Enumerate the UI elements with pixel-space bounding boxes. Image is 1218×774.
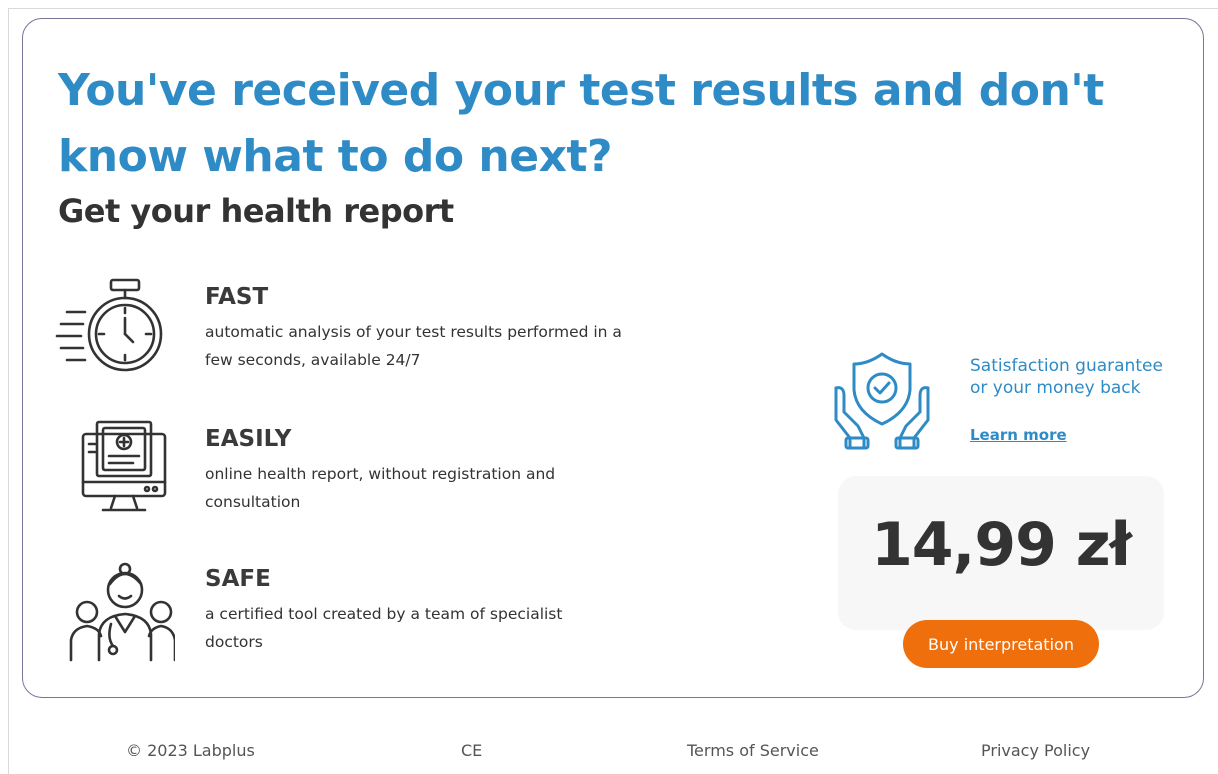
stopwatch-icon [55,278,163,372]
feature-description: a certified tool created by a team of sp… [205,605,563,651]
footer-terms-link[interactable]: Terms of Service [687,741,819,760]
doctors-team-icon [69,562,175,662]
feature-fast: FAST automatic analysis of your test res… [55,278,655,398]
feature-easily: EASILY online health report, without reg… [55,420,655,540]
feature-title: SAFE [205,566,271,592]
feature-title: FAST [205,284,269,310]
feature-safe: SAFE a certified tool created by a team … [55,560,655,680]
learn-more-link[interactable]: Learn more [970,426,1067,444]
guarantee-text: Satisfaction guarantee or your money bac… [970,356,1163,398]
price: 14,99 zł [871,510,1132,580]
feature-description: automatic analysis of your test results … [205,323,622,369]
left-divider [8,8,9,774]
computer-report-icon [81,420,167,512]
top-divider [8,8,1218,9]
headline: You've received your test results and do… [58,65,1104,182]
feature-title: EASILY [205,426,292,452]
footer-ce-link[interactable]: CE [461,741,482,760]
footer-copyright: © 2023 Labplus [126,741,255,760]
price-box: 14,99 zł [838,476,1164,630]
feature-description: online health report, without registrati… [205,465,556,511]
subhead: Get your health report [58,192,454,230]
shield-hands-icon [834,352,930,450]
footer-privacy-link[interactable]: Privacy Policy [981,741,1090,760]
buy-interpretation-button[interactable]: Buy interpretation [903,620,1099,668]
